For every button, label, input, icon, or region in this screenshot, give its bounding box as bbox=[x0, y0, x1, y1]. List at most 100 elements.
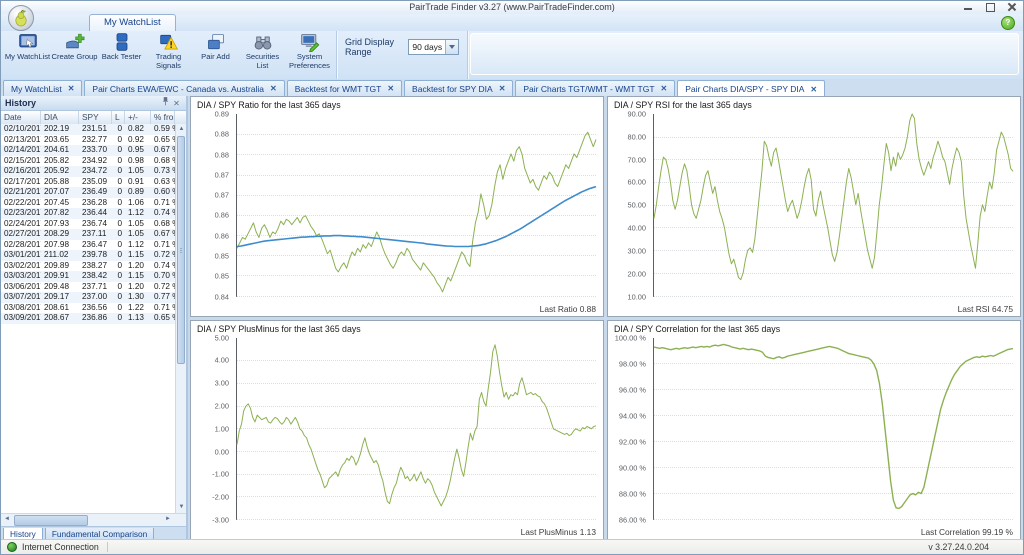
tab-close-icon[interactable]: ✕ bbox=[68, 84, 75, 93]
ribbon-button-system-preferences[interactable]: System Preferences bbox=[286, 32, 333, 68]
y-tick-label: 4.00 bbox=[215, 356, 229, 365]
table-cell: 236.49 bbox=[79, 187, 112, 198]
y-tick-label: 86.00 % bbox=[619, 516, 646, 525]
y-tick-label: -1.00 bbox=[212, 470, 229, 479]
table-cell: 208.29 bbox=[41, 229, 79, 240]
table-cell: 202.19 bbox=[41, 124, 79, 135]
table-row[interactable]: 03/08/2017208.61236.5601.220.71 % bbox=[1, 303, 175, 314]
column-header-spy[interactable]: SPY bbox=[79, 111, 112, 124]
table-cell: 0.98 bbox=[125, 156, 151, 167]
minimize-icon[interactable] bbox=[963, 3, 973, 11]
vertical-scrollbar-thumb[interactable] bbox=[177, 136, 185, 364]
close-icon[interactable] bbox=[1007, 3, 1017, 11]
y-tick-label: 30.00 bbox=[628, 246, 647, 255]
table-row[interactable]: 02/13/2017203.65232.7700.920.65 % bbox=[1, 135, 175, 146]
securities-list-icon bbox=[253, 32, 273, 52]
chart-plot-area bbox=[236, 338, 596, 521]
table-cell: 231.51 bbox=[79, 124, 112, 135]
dock-close-icon[interactable]: ✕ bbox=[171, 97, 182, 110]
table-row[interactable]: 02/14/2017204.61233.7000.950.67 % bbox=[1, 145, 175, 156]
scroll-up-icon[interactable]: ▲ bbox=[176, 124, 186, 135]
chevron-down-icon[interactable] bbox=[445, 40, 458, 54]
table-row[interactable]: 02/22/2017207.45236.2801.060.71 % bbox=[1, 198, 175, 209]
table-row[interactable]: 03/02/2017209.89238.2701.200.74 % bbox=[1, 261, 175, 272]
table-row[interactable]: 03/07/2017209.17237.0001.300.77 % bbox=[1, 292, 175, 303]
y-axis-labels: 5.004.003.002.001.000.00-1.00-2.00-3.00 bbox=[191, 338, 232, 521]
ribbon-button-create-group[interactable]: Create Group bbox=[51, 32, 98, 68]
y-tick-label: 0.86 bbox=[215, 231, 229, 240]
ribbon-button-securities-list[interactable]: Securities List bbox=[239, 32, 286, 68]
column-header--from-mea[interactable]: % from Mea▲ bbox=[151, 111, 175, 124]
table-cell: 0.68 % bbox=[151, 219, 175, 230]
vertical-scrollbar[interactable]: ▲ ▼ bbox=[175, 124, 186, 513]
tab-close-icon[interactable]: ✕ bbox=[499, 84, 506, 93]
horizontal-scrollbar[interactable]: ◄ ► bbox=[1, 513, 186, 526]
table-cell: 0 bbox=[112, 208, 125, 219]
table-cell: 0 bbox=[112, 261, 125, 272]
help-icon[interactable]: ? bbox=[1001, 16, 1015, 30]
doc-tab-2[interactable]: Pair Charts EWA/EWC - Canada vs. Austral… bbox=[84, 80, 284, 96]
doc-tab-1[interactable]: My WatchList✕ bbox=[3, 80, 82, 96]
table-row[interactable]: 03/06/2017209.48237.7101.200.72 % bbox=[1, 282, 175, 293]
table-row[interactable]: 03/03/2017209.91238.4201.150.70 % bbox=[1, 271, 175, 282]
doc-tab-6[interactable]: Pair Charts DIA/SPY - SPY DIA✕ bbox=[677, 80, 825, 97]
gridline bbox=[654, 519, 1013, 520]
column-header--[interactable]: +/- bbox=[125, 111, 151, 124]
tab-close-icon[interactable]: ✕ bbox=[270, 84, 277, 93]
tab-close-icon[interactable]: ✕ bbox=[810, 85, 817, 94]
grid-display-range-select[interactable]: 90 days bbox=[408, 39, 459, 55]
table-row[interactable]: 02/16/2017205.92234.7201.050.73 % bbox=[1, 166, 175, 177]
table-cell: 235.09 bbox=[79, 177, 112, 188]
pin-icon[interactable] bbox=[160, 96, 171, 110]
table-row[interactable]: 02/21/2017207.07236.4900.890.60 % bbox=[1, 187, 175, 198]
table-row[interactable]: 02/23/2017207.82236.4401.120.74 % bbox=[1, 208, 175, 219]
column-header-dia[interactable]: DIA bbox=[41, 111, 79, 124]
table-row[interactable]: 02/15/2017205.82234.9200.980.68 % bbox=[1, 156, 175, 167]
doc-tab-4[interactable]: Backtest for SPY DIA✕ bbox=[404, 80, 513, 96]
table-cell: 207.82 bbox=[41, 208, 79, 219]
table-cell: 1.05 bbox=[125, 229, 151, 240]
scroll-right-icon[interactable]: ► bbox=[162, 514, 174, 525]
table-cell: 02/10/2017 bbox=[1, 124, 41, 135]
y-tick-label: 50.00 bbox=[628, 201, 647, 210]
table-cell: 236.74 bbox=[79, 219, 112, 230]
doc-tab-3[interactable]: Backtest for WMT TGT✕ bbox=[287, 80, 402, 96]
ribbon-button-trading-signals[interactable]: Trading Signals bbox=[145, 32, 192, 68]
table-cell: 0.68 % bbox=[151, 156, 175, 167]
table-row[interactable]: 03/01/2017211.02239.7801.150.72 % bbox=[1, 250, 175, 261]
table-cell: 203.65 bbox=[41, 135, 79, 146]
table-row[interactable]: 02/27/2017208.29237.1101.050.67 % bbox=[1, 229, 175, 240]
ribbon-tab-my-watchlist[interactable]: My WatchList bbox=[89, 14, 176, 31]
table-row[interactable]: 03/09/2017208.67236.8601.130.65 % bbox=[1, 313, 175, 324]
table-row[interactable]: 02/28/2017207.98236.4701.120.71 % bbox=[1, 240, 175, 251]
y-tick-label: 90.00 bbox=[628, 110, 647, 119]
table-row[interactable]: 02/24/2017207.93236.7401.050.68 % bbox=[1, 219, 175, 230]
tab-close-icon[interactable]: ✕ bbox=[387, 84, 394, 93]
table-row[interactable]: 02/10/2017202.19231.5100.820.59 % bbox=[1, 124, 175, 135]
ribbon-button-back-tester[interactable]: Back Tester bbox=[98, 32, 145, 68]
scroll-down-icon[interactable]: ▼ bbox=[176, 502, 186, 513]
app-logo-pear-icon[interactable] bbox=[8, 5, 34, 31]
column-header-l[interactable]: L bbox=[112, 111, 125, 124]
table-row[interactable]: 02/17/2017205.88235.0900.910.63 % bbox=[1, 177, 175, 188]
watchlist-icon bbox=[18, 32, 38, 52]
create-group-icon bbox=[65, 32, 85, 52]
y-tick-label: 98.00 % bbox=[619, 359, 646, 368]
tab-close-icon[interactable]: ✕ bbox=[661, 84, 668, 93]
y-tick-label: 100.00 % bbox=[615, 333, 646, 342]
horizontal-scrollbar-thumb[interactable] bbox=[14, 515, 88, 526]
scroll-left-icon[interactable]: ◄ bbox=[1, 514, 13, 525]
ribbon-button-pair-add[interactable]: Pair Add bbox=[192, 32, 239, 68]
table-cell: 0 bbox=[112, 303, 125, 314]
table-cell: 234.92 bbox=[79, 156, 112, 167]
ribbon-button-my-watchlist[interactable]: My WatchList bbox=[4, 32, 51, 68]
table-cell: 0.71 % bbox=[151, 303, 175, 314]
y-tick-label: 40.00 bbox=[628, 224, 647, 233]
table-cell: 03/01/2017 bbox=[1, 250, 41, 261]
maximize-icon[interactable] bbox=[985, 3, 995, 11]
table-cell: 0.91 bbox=[125, 177, 151, 188]
doc-tab-5[interactable]: Pair Charts TGT/WMT - WMT TGT✕ bbox=[515, 80, 675, 96]
column-header-date[interactable]: Date bbox=[1, 111, 41, 124]
table-cell: 0.95 bbox=[125, 145, 151, 156]
table-cell: 0 bbox=[112, 124, 125, 135]
